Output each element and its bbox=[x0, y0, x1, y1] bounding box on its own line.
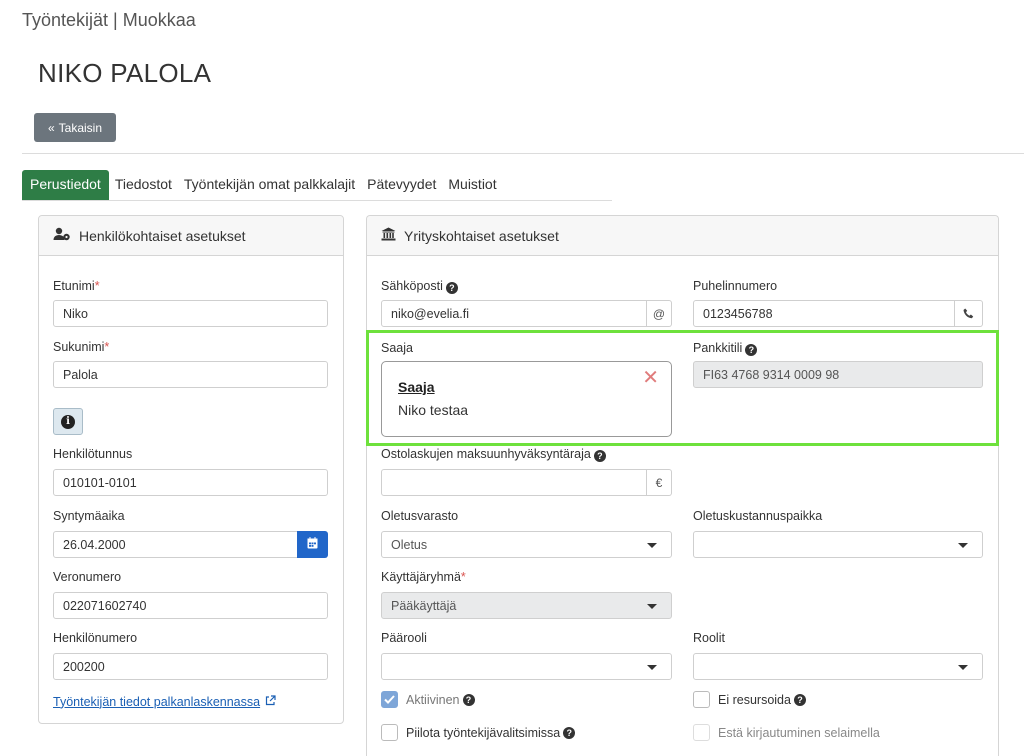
payroll-link[interactable]: Työntekijän tiedot palkanlaskennassa bbox=[53, 694, 276, 709]
back-button-label: Takaisin bbox=[58, 120, 103, 135]
bank-account-input: FI63 4768 9314 0009 98 bbox=[693, 361, 983, 388]
external-link-icon bbox=[265, 694, 276, 709]
block-login-checkbox-row: Estä kirjautuminen selaimella bbox=[693, 724, 880, 741]
calendar-icon bbox=[307, 537, 318, 552]
bank-account-label: Pankkitili? bbox=[693, 341, 758, 356]
first-name-label: Etunimi* bbox=[53, 279, 100, 293]
header-divider bbox=[22, 153, 1024, 154]
close-icon[interactable]: ✕ bbox=[642, 368, 659, 388]
user-group-label: Käyttäjäryhmä* bbox=[381, 570, 466, 584]
payroll-link-text[interactable]: Työntekijän tiedot palkanlaskennassa bbox=[53, 695, 260, 709]
help-icon[interactable]: ? bbox=[445, 282, 458, 294]
phone-icon bbox=[955, 300, 983, 327]
help-icon[interactable]: ? bbox=[563, 726, 576, 739]
hide-checkbox-row[interactable]: Piilota työntekijävalitsimissa? bbox=[381, 724, 576, 741]
at-icon: @ bbox=[647, 300, 672, 327]
last-name-input[interactable]: Palola bbox=[53, 361, 328, 388]
chevron-down-icon bbox=[647, 665, 657, 670]
tab-underline bbox=[22, 200, 612, 201]
tab-patevyydet[interactable]: Pätevyydet bbox=[361, 170, 442, 201]
no-resource-label: Ei resursoida bbox=[718, 692, 791, 707]
personal-settings-title: Henkilökohtaiset asetukset bbox=[79, 227, 246, 244]
info-button[interactable]: i bbox=[53, 408, 83, 435]
block-login-label: Estä kirjautuminen selaimella bbox=[718, 725, 880, 740]
hide-checkbox[interactable] bbox=[381, 724, 398, 741]
calendar-button[interactable] bbox=[297, 531, 328, 558]
ssn-input[interactable]: 010101-0101 bbox=[53, 469, 328, 496]
payee-card-title: Saaja bbox=[398, 379, 435, 395]
cost-center-label: Oletuskustannuspaikka bbox=[693, 509, 823, 523]
tab-bar: Perustiedot Tiedostot Työntekijän omat p… bbox=[22, 170, 503, 201]
roles-select[interactable] bbox=[693, 653, 983, 680]
phone-label: Puhelinnumero bbox=[693, 279, 778, 293]
roles-label: Roolit bbox=[693, 631, 725, 645]
block-login-checkbox bbox=[693, 724, 710, 741]
cost-center-select[interactable] bbox=[693, 531, 983, 558]
active-checkbox[interactable] bbox=[381, 691, 398, 708]
main-role-select[interactable] bbox=[381, 653, 672, 680]
chevron-down-icon bbox=[647, 604, 657, 609]
check-icon bbox=[384, 695, 395, 704]
birth-date-input[interactable]: 26.04.2000 bbox=[53, 531, 298, 558]
back-button[interactable]: « Takaisin bbox=[34, 113, 116, 142]
help-icon[interactable]: ? bbox=[745, 344, 758, 356]
currency-addon: € bbox=[647, 469, 672, 496]
warehouse-label: Oletusvarasto bbox=[381, 509, 459, 523]
hide-label: Piilota työntekijävalitsimissa bbox=[406, 725, 561, 740]
personal-settings-header: Henkilökohtaiset asetukset bbox=[39, 216, 343, 256]
info-icon: i bbox=[61, 414, 75, 429]
person-number-label: Henkilönumero bbox=[53, 631, 138, 645]
main-role-label: Päärooli bbox=[381, 631, 427, 645]
page-title: NIKO PALOLA bbox=[38, 58, 212, 88]
email-label: Sähköposti? bbox=[381, 279, 458, 294]
no-resource-checkbox[interactable] bbox=[693, 691, 710, 708]
tab-tiedostot[interactable]: Tiedostot bbox=[109, 170, 178, 201]
tab-perustiedot[interactable]: Perustiedot bbox=[22, 170, 109, 201]
company-settings-title: Yrityskohtaiset asetukset bbox=[404, 227, 559, 244]
user-group-select: Pääkäyttäjä bbox=[381, 592, 672, 619]
bank-icon bbox=[381, 227, 396, 244]
ssn-label: Henkilötunnus bbox=[53, 447, 133, 461]
help-icon[interactable]: ? bbox=[462, 693, 475, 706]
company-settings-header: Yrityskohtaiset asetukset bbox=[367, 216, 998, 256]
breadcrumb: Työntekijät | Muokkaa bbox=[22, 10, 196, 30]
warehouse-select[interactable]: Oletus bbox=[381, 531, 672, 558]
angles-left-icon: « bbox=[47, 120, 55, 135]
payee-card-name: Niko testaa bbox=[398, 402, 469, 418]
no-resource-checkbox-row[interactable]: Ei resursoida? bbox=[693, 691, 806, 708]
phone-input[interactable]: 0123456788 bbox=[693, 300, 955, 327]
approval-limit-label: Ostolaskujen maksuunhyväksyntäraja? bbox=[381, 447, 606, 462]
chevron-down-icon bbox=[958, 665, 968, 670]
chevron-down-icon bbox=[647, 543, 657, 548]
help-icon[interactable]: ? bbox=[593, 450, 606, 462]
active-checkbox-row[interactable]: Aktiivinen? bbox=[381, 691, 475, 708]
email-input[interactable]: niko@evelia.fi bbox=[381, 300, 647, 327]
person-number-input[interactable]: 200200 bbox=[53, 653, 328, 680]
tax-number-label: Veronumero bbox=[53, 570, 122, 584]
help-icon[interactable]: ? bbox=[793, 693, 806, 706]
chevron-down-icon bbox=[958, 543, 968, 548]
payee-label: Saaja bbox=[381, 341, 413, 355]
tab-muistiot[interactable]: Muistiot bbox=[442, 170, 502, 201]
last-name-label: Sukunimi* bbox=[53, 340, 110, 354]
user-cog-icon bbox=[53, 227, 71, 244]
approval-limit-input[interactable] bbox=[381, 469, 647, 496]
tab-palkkalajit[interactable]: Työntekijän omat palkkalajit bbox=[178, 170, 361, 201]
active-label: Aktiivinen bbox=[406, 692, 460, 707]
payee-card[interactable]: Saaja Niko testaa ✕ bbox=[381, 361, 672, 437]
tax-number-input[interactable]: 022071602740 bbox=[53, 592, 328, 619]
first-name-input[interactable]: Niko bbox=[53, 300, 328, 327]
birth-date-label: Syntymäaika bbox=[53, 509, 125, 523]
